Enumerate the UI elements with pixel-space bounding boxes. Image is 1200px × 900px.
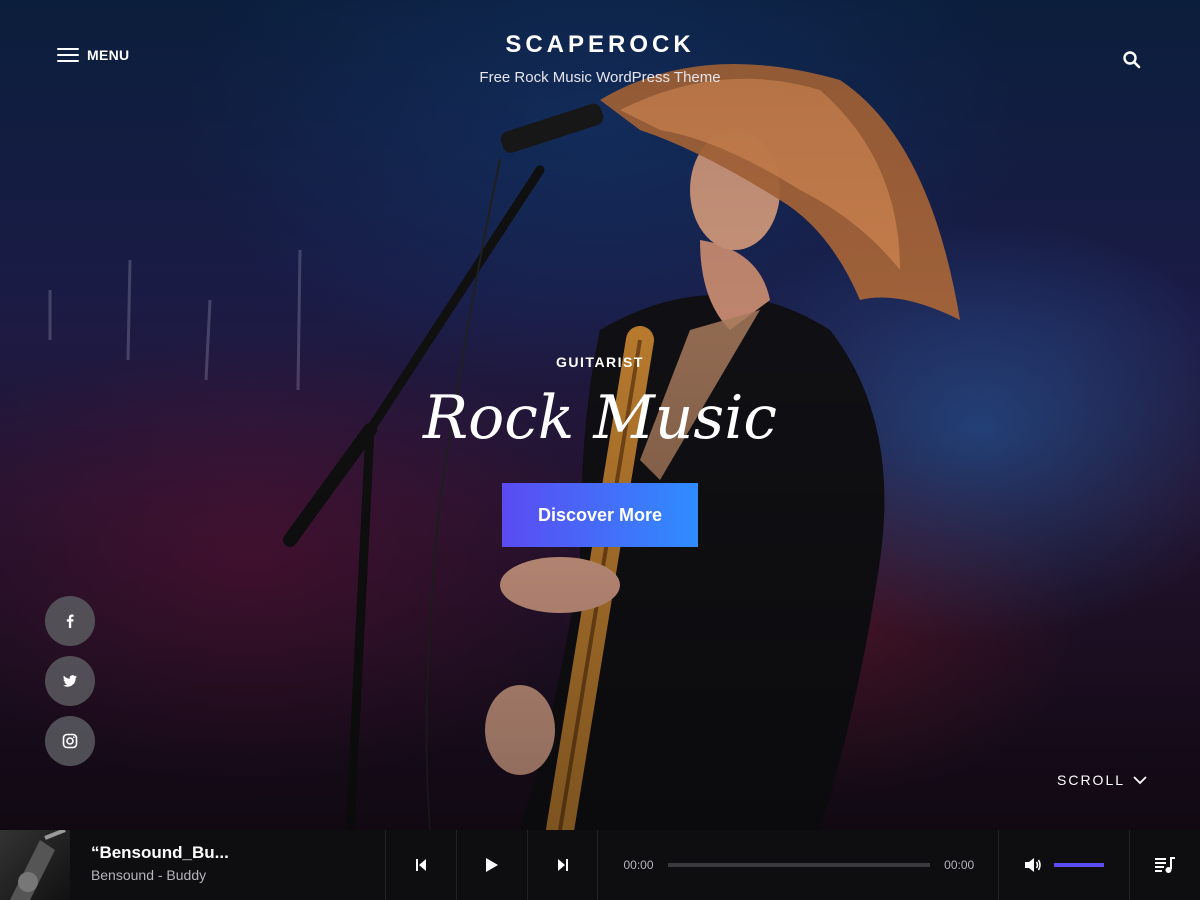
track-title: “Bensound_Bu...	[90, 843, 229, 862]
skip-back-icon	[415, 859, 426, 871]
play-button[interactable]	[455, 830, 527, 900]
album-art	[0, 830, 70, 900]
site-title[interactable]: SCAPEROCK	[0, 31, 1200, 59]
facebook-link[interactable]	[45, 596, 95, 646]
volume-icon[interactable]	[1024, 857, 1042, 873]
scroll-label: SCROLL	[1057, 772, 1126, 788]
hero-eyebrow: GUITARIST	[556, 354, 644, 370]
progress-section: 00:00 00:00	[597, 830, 998, 900]
hero-title: Rock Music	[423, 383, 777, 453]
scroll-indicator[interactable]: SCROLL	[1057, 772, 1147, 788]
skip-forward-icon	[557, 859, 568, 871]
current-time: 00:00	[623, 858, 654, 872]
track-artist: Bensound - Buddy	[90, 867, 207, 883]
playlist-icon	[1155, 857, 1176, 873]
chevron-down-icon	[1133, 776, 1147, 785]
track-info: “Bensound_Bu... Bensound - Buddy	[70, 830, 385, 900]
discover-more-button[interactable]: Discover More	[502, 483, 698, 547]
volume-slider[interactable]	[1054, 863, 1105, 867]
instagram-icon	[62, 733, 78, 749]
previous-button[interactable]	[384, 830, 456, 900]
progress-bar[interactable]	[667, 863, 931, 867]
twitter-icon	[63, 675, 77, 687]
site-tagline: Free Rock Music WordPress Theme	[479, 69, 721, 86]
next-button[interactable]	[526, 830, 598, 900]
audio-player: “Bensound_Bu... Bensound - Buddy 00:00 0…	[0, 830, 1200, 900]
volume-fill	[1054, 863, 1105, 867]
volume-section	[998, 830, 1129, 900]
playlist-button[interactable]	[1129, 830, 1200, 900]
duration: 00:00	[944, 858, 975, 872]
play-icon	[485, 858, 498, 872]
twitter-link[interactable]	[45, 656, 95, 706]
social-links	[45, 596, 95, 766]
facebook-icon	[66, 614, 74, 628]
instagram-link[interactable]	[45, 716, 95, 766]
search-icon	[1123, 51, 1141, 69]
search-button[interactable]	[1122, 50, 1142, 70]
